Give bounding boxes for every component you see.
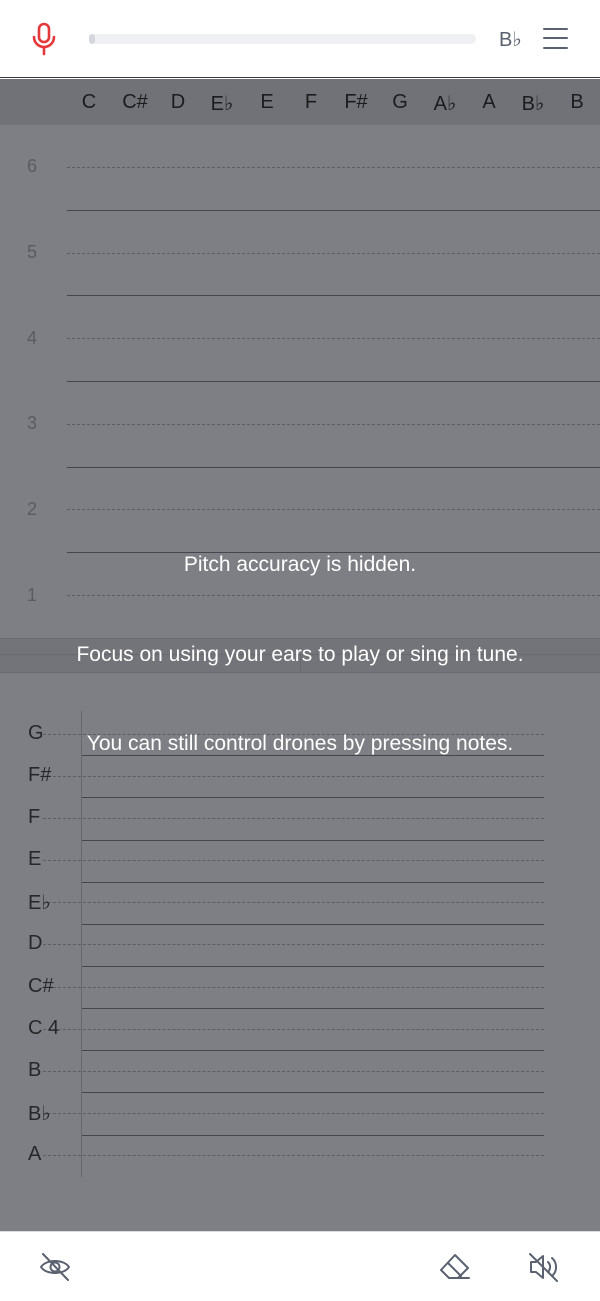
note-button[interactable]: C#	[122, 91, 148, 114]
hamburger-menu-icon[interactable]	[543, 28, 568, 50]
hidden-accuracy-message: Pitch accuracy is hidden.	[183, 553, 417, 576]
grid-dashed-line	[67, 509, 600, 510]
grid-dashed-line	[67, 253, 600, 254]
ear-training-message: Focus on using your ears to play or sing…	[76, 643, 524, 666]
pitch-label[interactable]: F#	[28, 764, 51, 787]
staff-solid-line	[82, 1008, 544, 1009]
staff-solid-line	[82, 924, 544, 925]
staff-solid-line	[82, 840, 544, 841]
octave-label: 3	[27, 413, 38, 433]
staff-dashed-line	[43, 987, 544, 988]
staff-solid-line	[82, 1050, 544, 1051]
pitch-label[interactable]: E	[28, 848, 41, 871]
grid-solid-line	[67, 381, 600, 382]
staff-dashed-line	[43, 1113, 544, 1114]
staff-dashed-line	[43, 944, 544, 945]
octave-label: 5	[27, 242, 38, 262]
staff-solid-line	[82, 882, 544, 883]
eye-off-icon[interactable]	[38, 1250, 72, 1284]
staff-solid-line	[82, 1135, 544, 1136]
staff-dashed-line	[43, 1071, 544, 1072]
note-button[interactable]: G	[392, 91, 408, 114]
grid-dashed-line	[67, 595, 600, 596]
note-button[interactable]: C	[82, 91, 96, 114]
main-panel: C C# D E♭ E F F# G A♭ A B♭ B 6 5 4 3 2 1	[0, 79, 600, 1231]
note-button[interactable]: D	[171, 91, 185, 114]
grid-dashed-line	[67, 424, 600, 425]
bottom-toolbar	[0, 1231, 600, 1301]
pitch-label[interactable]: C 4	[28, 1017, 59, 1040]
pitch-label[interactable]: C#	[28, 975, 54, 998]
staff-dashed-line	[43, 860, 544, 861]
octave-label: 4	[27, 328, 38, 348]
staff-solid-line	[82, 797, 544, 798]
staff-solid-line	[82, 1092, 544, 1093]
staff-dashed-line	[43, 1155, 544, 1156]
note-button[interactable]: A♭	[434, 91, 457, 116]
drone-control-message: You can still control drones by pressing…	[86, 732, 514, 755]
grid-solid-line	[67, 295, 600, 296]
pitch-label[interactable]: A	[28, 1143, 41, 1166]
note-button[interactable]: E	[260, 91, 273, 114]
pitch-label[interactable]: B♭	[28, 1101, 51, 1126]
grid-dashed-line	[67, 167, 600, 168]
octave-label: 2	[27, 499, 38, 519]
note-button[interactable]: B	[570, 91, 583, 114]
top-bar: B♭	[0, 0, 600, 78]
staff-dashed-line	[43, 818, 544, 819]
octave-label: 1	[27, 585, 38, 605]
note-button[interactable]: F#	[344, 91, 367, 114]
pitch-label[interactable]: B	[28, 1059, 41, 1082]
note-button[interactable]: E♭	[211, 91, 234, 116]
key-selector[interactable]: B♭	[499, 27, 522, 52]
grid-solid-line	[67, 467, 600, 468]
grid-dashed-line	[67, 338, 600, 339]
progress-fill	[89, 34, 96, 44]
octave-label: 6	[27, 156, 38, 176]
note-button[interactable]: A	[482, 91, 495, 114]
eraser-icon[interactable]	[438, 1250, 472, 1284]
pitch-label[interactable]: E♭	[28, 890, 51, 915]
note-selector-row: C C# D E♭ E F F# G A♭ A B♭ B	[0, 79, 600, 125]
volume-mute-icon[interactable]	[526, 1250, 560, 1284]
staff-dashed-line	[43, 902, 544, 903]
pitch-progress-bar	[89, 34, 476, 44]
pitch-label[interactable]: D	[28, 932, 42, 955]
microphone-icon[interactable]	[31, 22, 57, 56]
pitch-label[interactable]: F	[28, 806, 40, 829]
grid-solid-line	[67, 210, 600, 211]
note-button[interactable]: F	[305, 91, 317, 114]
staff-dashed-line	[43, 1029, 544, 1030]
staff-solid-line	[82, 966, 544, 967]
note-button[interactable]: B♭	[522, 91, 545, 116]
staff-dashed-line	[43, 776, 544, 777]
